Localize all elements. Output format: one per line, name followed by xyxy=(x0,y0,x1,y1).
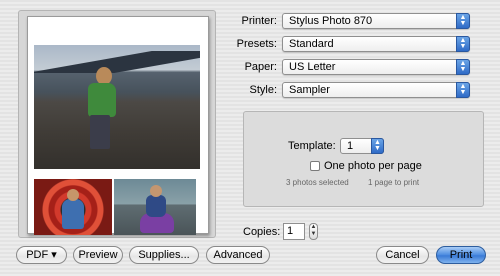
photo-small-left xyxy=(34,179,112,235)
presets-value: Standard xyxy=(289,38,334,50)
photo-main xyxy=(34,45,200,169)
presets-label: Presets: xyxy=(236,38,277,50)
style-popup[interactable]: Sampler ▲ ▼ xyxy=(282,82,470,98)
up-down-arrows-icon: ▲ ▼ xyxy=(456,82,470,98)
preview-button[interactable]: Preview xyxy=(73,246,123,264)
template-popup[interactable]: 1 ▲ ▼ xyxy=(340,138,384,154)
stepper-icon[interactable]: ▲ ▼ xyxy=(309,223,318,240)
one-photo-per-page-label: One photo per page xyxy=(324,160,422,172)
copies-field[interactable]: 1 xyxy=(283,223,305,240)
one-photo-per-page-row[interactable]: One photo per page xyxy=(310,160,422,172)
supplies-button[interactable]: Supplies... xyxy=(129,246,199,264)
printer-popup[interactable]: Stylus Photo 870 ▲ ▼ xyxy=(282,13,470,29)
advanced-button[interactable]: Advanced xyxy=(206,246,270,264)
style-options-box: Template: 1 ▲ ▼ One photo per page 3 phot… xyxy=(243,111,484,207)
photos-selected-text: 3 photos selected xyxy=(286,178,349,187)
template-value: 1 xyxy=(347,140,354,152)
print-button[interactable]: Print xyxy=(436,246,486,264)
photo-small-right xyxy=(114,179,196,235)
paper-preview xyxy=(27,16,209,235)
up-down-arrows-icon: ▲ ▼ xyxy=(456,36,470,52)
up-down-arrows-icon: ▲ ▼ xyxy=(456,59,470,75)
paper-popup[interactable]: US Letter ▲ ▼ xyxy=(282,59,470,75)
one-photo-per-page-checkbox[interactable] xyxy=(310,161,320,171)
presets-popup[interactable]: Standard ▲ ▼ xyxy=(282,36,470,52)
up-down-arrows-icon: ▲ ▼ xyxy=(456,13,470,29)
style-label: Style: xyxy=(249,84,277,96)
printer-label: Printer: xyxy=(241,15,277,27)
paper-label: Paper: xyxy=(244,61,277,73)
printer-value: Stylus Photo 870 xyxy=(289,15,373,27)
template-label: Template: xyxy=(288,140,336,152)
photo-child xyxy=(86,67,116,153)
style-value: Sampler xyxy=(289,84,330,96)
cancel-button[interactable]: Cancel xyxy=(376,246,429,264)
paper-value: US Letter xyxy=(289,61,336,73)
up-down-arrows-icon: ▲ ▼ xyxy=(371,138,384,154)
pages-to-print-text: 1 page to print xyxy=(368,178,420,187)
copies-label: Copies: xyxy=(243,226,281,238)
photo-mountains xyxy=(34,51,200,73)
print-preview-well xyxy=(18,10,216,238)
pdf-button[interactable]: PDF ▾ xyxy=(16,246,67,264)
